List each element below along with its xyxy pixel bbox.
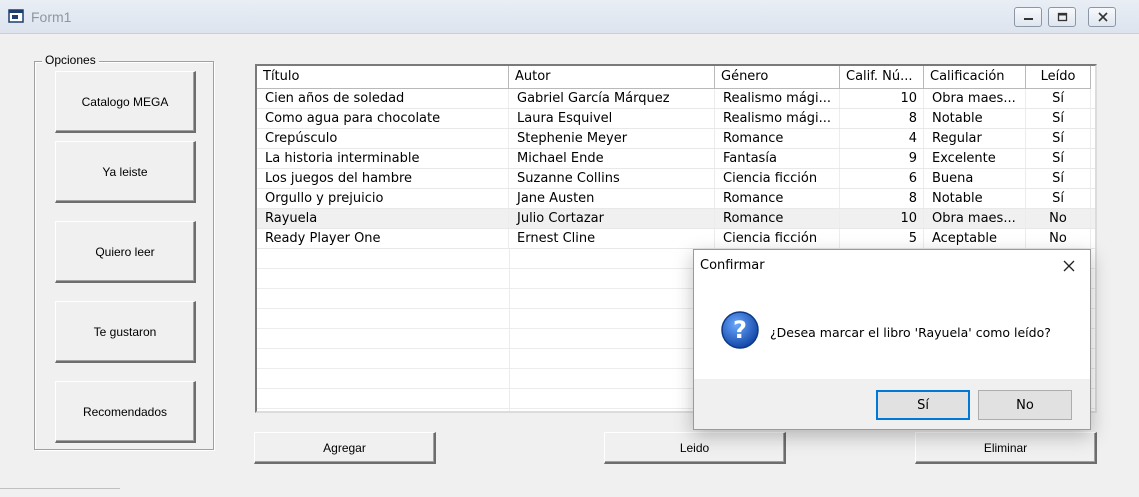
table-row[interactable]: Como agua para chocolate Laura Esquivel … (257, 109, 1095, 129)
cell-calif-numerica: 8 (840, 109, 924, 128)
cell-leido: Sí (1026, 129, 1091, 148)
column-header-titulo[interactable]: Título (257, 66, 509, 89)
column-header-leido[interactable]: Leído (1026, 66, 1091, 89)
question-icon: ? (721, 311, 759, 349)
cell-calificacion: Obra maes... (924, 209, 1026, 228)
cell-leido: No (1026, 229, 1091, 248)
cell-calif-numerica: 10 (840, 89, 924, 108)
table-row-selected[interactable]: Rayuela Julio Cortazar Romance 10 Obra m… (257, 209, 1095, 229)
cell-autor: Jane Austen (509, 189, 715, 208)
column-header-autor[interactable]: Autor (509, 66, 715, 89)
title-bar: Form1 (0, 0, 1139, 34)
cell-calificacion: Regular (924, 129, 1026, 148)
grid-divider (509, 249, 510, 411)
column-header-genero[interactable]: Género (715, 66, 840, 89)
cell-genero: Realismo mági... (715, 89, 840, 108)
cell-titulo: Como agua para chocolate (257, 109, 509, 128)
table-row[interactable]: Ready Player One Ernest Cline Ciencia fi… (257, 229, 1095, 249)
quiero-leer-button[interactable]: Quiero leer (55, 221, 196, 283)
cell-genero: Fantasía (715, 149, 840, 168)
close-icon (1063, 260, 1075, 272)
cell-calif-numerica: 10 (840, 209, 924, 228)
cell-calificacion: Notable (924, 109, 1026, 128)
cell-autor: Julio Cortazar (509, 209, 715, 228)
list-rows: Cien años de soledad Gabriel García Márq… (257, 89, 1095, 249)
table-row[interactable]: La historia interminable Michael Ende Fa… (257, 149, 1095, 169)
cell-titulo: La historia interminable (257, 149, 509, 168)
cell-autor: Ernest Cline (509, 229, 715, 248)
cell-leido: No (1026, 209, 1091, 228)
cell-titulo: Orgullo y prejuicio (257, 189, 509, 208)
cell-titulo: Crepúsculo (257, 129, 509, 148)
table-row[interactable]: Orgullo y prejuicio Jane Austen Romance … (257, 189, 1095, 209)
form-icon (8, 9, 24, 23)
te-gustaron-button[interactable]: Te gustaron (55, 301, 196, 363)
cell-leido: Sí (1026, 189, 1091, 208)
cell-autor: Stephenie Meyer (509, 129, 715, 148)
column-header-calif-numerica[interactable]: Calif. Nú... (840, 66, 924, 89)
cell-genero: Romance (715, 129, 840, 148)
column-header-calificacion[interactable]: Calificación (924, 66, 1026, 89)
cell-calif-numerica: 4 (840, 129, 924, 148)
cell-calif-numerica: 8 (840, 189, 924, 208)
cell-calificacion: Excelente (924, 149, 1026, 168)
cell-genero: Ciencia ficción (715, 169, 840, 188)
close-button[interactable] (1088, 7, 1116, 27)
ya-leiste-button[interactable]: Ya leiste (55, 141, 196, 203)
cell-calif-numerica: 6 (840, 169, 924, 188)
cell-calificacion: Buena (924, 169, 1026, 188)
dialog-title: Confirmar (700, 258, 765, 273)
maximize-button[interactable] (1048, 7, 1076, 27)
leido-button[interactable]: Leido (604, 432, 786, 464)
cell-genero: Romance (715, 189, 840, 208)
cell-titulo: Cien años de soledad (257, 89, 509, 108)
cell-calificacion: Aceptable (924, 229, 1026, 248)
maximize-icon (1057, 12, 1068, 22)
minimize-button[interactable] (1014, 7, 1042, 27)
recomendados-button[interactable]: Recomendados (55, 381, 196, 443)
list-header: Título Autor Género Calif. Nú... Calific… (257, 66, 1091, 89)
cell-calificacion: Obra maes... (924, 89, 1026, 108)
cell-leido: Sí (1026, 169, 1091, 188)
yes-button[interactable]: Sí (876, 390, 970, 420)
cell-calif-numerica: 9 (840, 149, 924, 168)
no-button[interactable]: No (978, 390, 1072, 420)
cell-genero: Realismo mági... (715, 109, 840, 128)
cell-genero: Ciencia ficción (715, 229, 840, 248)
table-row[interactable]: Cien años de soledad Gabriel García Márq… (257, 89, 1095, 109)
eliminar-button[interactable]: Eliminar (915, 432, 1097, 464)
cell-titulo: Ready Player One (257, 229, 509, 248)
cell-calif-numerica: 5 (840, 229, 924, 248)
cell-titulo: Rayuela (257, 209, 509, 228)
cell-leido: Sí (1026, 109, 1091, 128)
status-strip (0, 488, 120, 497)
table-row[interactable]: Crepúsculo Stephenie Meyer Romance 4 Reg… (257, 129, 1095, 149)
cell-calificacion: Notable (924, 189, 1026, 208)
cell-autor: Michael Ende (509, 149, 715, 168)
agregar-button[interactable]: Agregar (254, 432, 436, 464)
svg-text:?: ? (733, 316, 747, 344)
cell-autor: Suzanne Collins (509, 169, 715, 188)
dialog-message: ¿Desea marcar el libro 'Rayuela' como le… (770, 325, 1051, 340)
cell-genero: Romance (715, 209, 840, 228)
cell-titulo: Los juegos del hambre (257, 169, 509, 188)
cell-autor: Laura Esquivel (509, 109, 715, 128)
catalogo-mega-button[interactable]: Catalogo MEGA (55, 71, 196, 133)
cell-leido: Sí (1026, 149, 1091, 168)
options-group-caption: Opciones (42, 53, 99, 67)
cell-leido: Sí (1026, 89, 1091, 108)
cell-autor: Gabriel García Márquez (509, 89, 715, 108)
close-icon (1098, 12, 1108, 22)
dialog-close-button[interactable] (1054, 254, 1084, 278)
minimize-icon (1024, 18, 1033, 20)
table-row[interactable]: Los juegos del hambre Suzanne Collins Ci… (257, 169, 1095, 189)
confirm-dialog: Confirmar ? ¿Desea marcar el libro 'Rayu… (693, 249, 1091, 430)
window-title: Form1 (31, 9, 72, 25)
